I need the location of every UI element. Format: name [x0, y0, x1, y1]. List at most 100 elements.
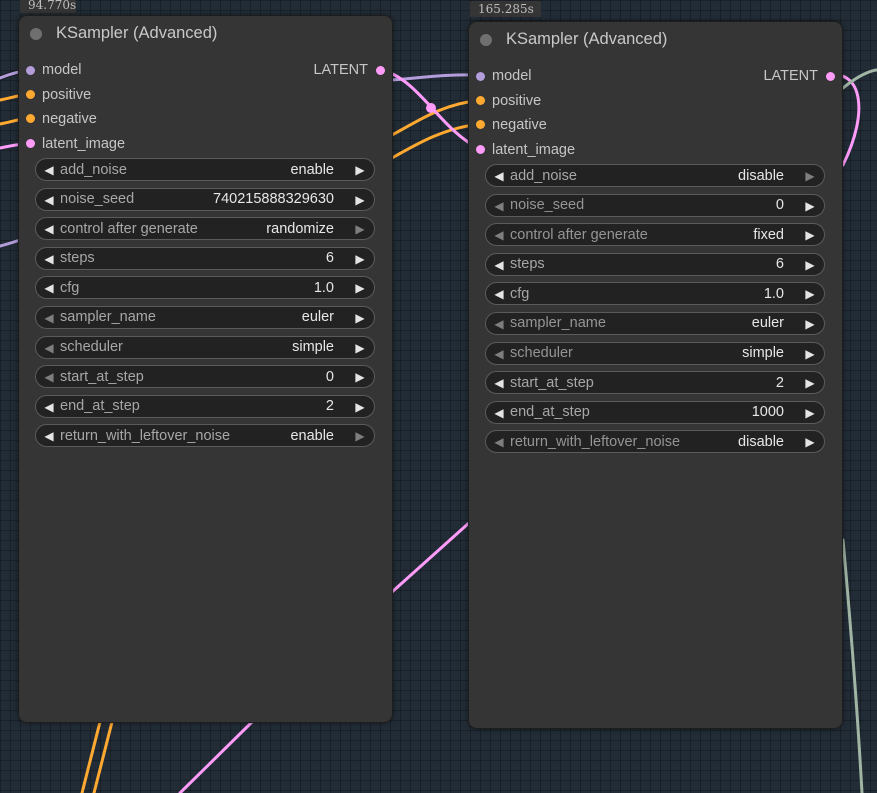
output-slot-latent[interactable]: LATENT: [763, 67, 835, 85]
latent-slot-dot[interactable]: [26, 139, 35, 148]
decrement-arrow-icon[interactable]: ◀: [491, 434, 507, 450]
increment-arrow-icon[interactable]: ▶: [802, 286, 818, 302]
input-slot-model[interactable]: model: [476, 67, 532, 85]
increment-arrow-icon[interactable]: ▶: [352, 192, 368, 208]
widget-end-at-step[interactable]: ◀ end_at_step 1000 ▶: [485, 400, 825, 424]
widget-name: control after generate: [510, 226, 648, 243]
ksampler-advanced-node[interactable]: KSampler (Advanced) model positive negat…: [19, 16, 392, 722]
input-slot-negative[interactable]: negative: [26, 110, 97, 128]
widget-add-noise[interactable]: ◀ add_noise disable ▶: [485, 164, 825, 187]
increment-arrow-icon[interactable]: ▶: [352, 399, 368, 415]
widget-scheduler[interactable]: ◀ scheduler simple ▶: [35, 335, 375, 359]
latent-output-dot[interactable]: [826, 71, 835, 81]
decrement-arrow-icon[interactable]: ◀: [491, 405, 507, 421]
widget-value: 2: [325, 398, 334, 415]
input-slot-positive[interactable]: positive: [476, 92, 541, 110]
widget-cfg[interactable]: ◀ cfg 1.0 ▶: [485, 282, 825, 306]
decrement-arrow-icon[interactable]: ◀: [41, 251, 57, 267]
input-slot-latent-image[interactable]: latent_image: [26, 135, 125, 153]
node-title: KSampler (Advanced): [506, 30, 668, 48]
model-slot-dot[interactable]: [476, 71, 485, 81]
decrement-arrow-icon[interactable]: ◀: [491, 168, 507, 184]
widget-noise-seed[interactable]: ◀ noise_seed 0 ▶: [485, 193, 825, 217]
decrement-arrow-icon[interactable]: ◀: [41, 221, 57, 237]
decrement-arrow-icon[interactable]: ◀: [491, 257, 507, 273]
decrement-arrow-icon[interactable]: ◀: [41, 428, 57, 444]
increment-arrow-icon[interactable]: ▶: [802, 434, 818, 450]
widget-start-at-step[interactable]: ◀ start_at_step 0 ▶: [35, 365, 375, 389]
input-slot-latent-image[interactable]: latent_image: [476, 141, 575, 159]
negative-slot-dot[interactable]: [476, 120, 485, 130]
increment-arrow-icon[interactable]: ▶: [802, 375, 818, 391]
positive-slot-dot[interactable]: [26, 90, 35, 100]
node-title-bar[interactable]: KSampler (Advanced): [19, 16, 392, 51]
widget-return-with-leftover-noise[interactable]: ◀ return_with_leftover_noise disable ▶: [485, 430, 825, 454]
widget-steps[interactable]: ◀ steps 6 ▶: [35, 246, 375, 270]
increment-arrow-icon[interactable]: ▶: [802, 198, 818, 214]
decrement-arrow-icon[interactable]: ◀: [41, 280, 57, 296]
widget-return-with-leftover-noise[interactable]: ◀ return_with_leftover_noise enable ▶: [35, 424, 375, 448]
increment-arrow-icon[interactable]: ▶: [352, 340, 368, 356]
decrement-arrow-icon[interactable]: ◀: [41, 192, 57, 208]
increment-arrow-icon[interactable]: ▶: [802, 168, 818, 184]
widget-add-noise[interactable]: ◀ add_noise enable ▶: [35, 158, 375, 181]
input-label: latent_image: [492, 141, 576, 158]
wire-vae-right: [841, 538, 864, 793]
increment-arrow-icon[interactable]: ▶: [802, 227, 818, 243]
negative-slot-dot[interactable]: [26, 114, 35, 124]
output-slot-latent[interactable]: LATENT: [313, 61, 385, 79]
decrement-arrow-icon[interactable]: ◀: [491, 375, 507, 391]
decrement-arrow-icon[interactable]: ◀: [41, 399, 57, 415]
decrement-arrow-icon[interactable]: ◀: [491, 316, 507, 332]
latent-output-dot[interactable]: [376, 65, 385, 75]
increment-arrow-icon[interactable]: ▶: [352, 369, 368, 385]
widget-steps[interactable]: ◀ steps 6 ▶: [485, 252, 825, 276]
decrement-arrow-icon[interactable]: ◀: [41, 310, 57, 326]
increment-arrow-icon[interactable]: ▶: [802, 316, 818, 332]
model-slot-dot[interactable]: [26, 65, 35, 75]
collapse-toggle-dot[interactable]: [30, 28, 42, 40]
widget-sampler-name[interactable]: ◀ sampler_name euler ▶: [485, 311, 825, 335]
input-label: negative: [492, 116, 547, 133]
node-title: KSampler (Advanced): [56, 24, 218, 42]
increment-arrow-icon[interactable]: ▶: [802, 405, 818, 421]
decrement-arrow-icon[interactable]: ◀: [491, 346, 507, 362]
wire-latent-bottom: [178, 720, 254, 793]
widget-cfg[interactable]: ◀ cfg 1.0 ▶: [35, 276, 375, 300]
widget-scheduler[interactable]: ◀ scheduler simple ▶: [485, 341, 825, 365]
widget-control-after-generate[interactable]: ◀ control after generate fixed ▶: [485, 223, 825, 247]
widget-start-at-step[interactable]: ◀ start_at_step 2 ▶: [485, 371, 825, 395]
input-slot-model[interactable]: model: [26, 61, 82, 79]
input-slot-positive[interactable]: positive: [26, 86, 91, 104]
input-label: latent_image: [42, 135, 126, 152]
increment-arrow-icon[interactable]: ▶: [352, 162, 368, 178]
decrement-arrow-icon[interactable]: ◀: [491, 198, 507, 214]
collapse-toggle-dot[interactable]: [480, 34, 492, 46]
decrement-arrow-icon[interactable]: ◀: [491, 227, 507, 243]
positive-slot-dot[interactable]: [476, 96, 485, 106]
latent-slot-dot[interactable]: [476, 145, 485, 154]
widget-control-after-generate[interactable]: ◀ control after generate randomize ▶: [35, 217, 375, 241]
node-title-bar[interactable]: KSampler (Advanced): [469, 22, 842, 57]
decrement-arrow-icon[interactable]: ◀: [491, 286, 507, 302]
widget-sampler-name[interactable]: ◀ sampler_name euler ▶: [35, 305, 375, 329]
increment-arrow-icon[interactable]: ▶: [352, 251, 368, 267]
widget-value: fixed: [753, 226, 784, 243]
widget-value: 2: [775, 374, 784, 391]
increment-arrow-icon[interactable]: ▶: [352, 221, 368, 237]
input-slot-negative[interactable]: negative: [476, 116, 547, 134]
increment-arrow-icon[interactable]: ▶: [352, 428, 368, 444]
widget-value: 1.0: [763, 285, 784, 302]
increment-arrow-icon[interactable]: ▶: [802, 257, 818, 273]
increment-arrow-icon[interactable]: ▶: [802, 346, 818, 362]
increment-arrow-icon[interactable]: ▶: [352, 280, 368, 296]
widget-end-at-step[interactable]: ◀ end_at_step 2 ▶: [35, 394, 375, 418]
widget-value: 1000: [751, 404, 784, 421]
ksampler-advanced-node[interactable]: KSampler (Advanced) model positive negat…: [469, 22, 842, 728]
increment-arrow-icon[interactable]: ▶: [352, 310, 368, 326]
decrement-arrow-icon[interactable]: ◀: [41, 340, 57, 356]
widget-value: 1.0: [313, 279, 334, 296]
decrement-arrow-icon[interactable]: ◀: [41, 162, 57, 178]
decrement-arrow-icon[interactable]: ◀: [41, 369, 57, 385]
widget-noise-seed[interactable]: ◀ noise_seed 740215888329630 ▶: [35, 187, 375, 211]
